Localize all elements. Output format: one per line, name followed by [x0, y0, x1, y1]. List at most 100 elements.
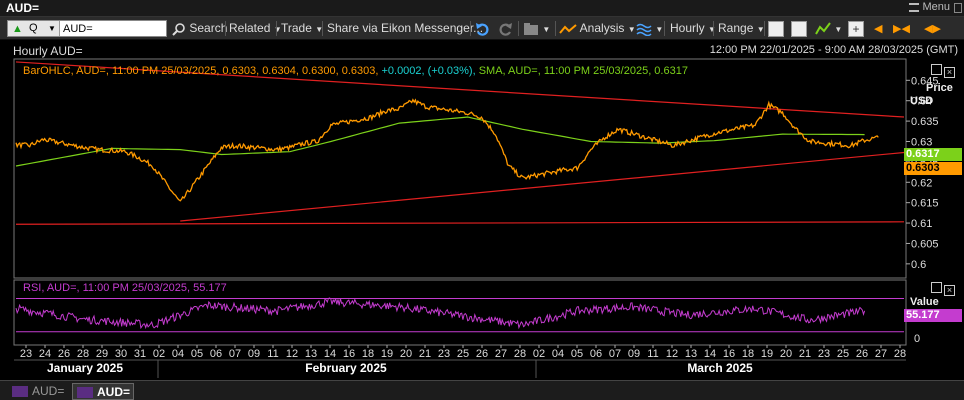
sma-value-badge: 0.6317: [904, 148, 962, 161]
menu-button[interactable]: Menu: [909, 1, 950, 13]
x-tick-label: 14: [704, 348, 716, 360]
x-tick-label: 20: [400, 348, 412, 360]
y-tick-label: 0.605: [911, 238, 939, 250]
analysis-button[interactable]: Analysis ▼: [559, 20, 636, 37]
redo-button[interactable]: [497, 20, 513, 37]
x-tick-label: 18: [362, 348, 374, 360]
x-tick-label: 26: [476, 348, 488, 360]
wave-tool-button[interactable]: ▼: [636, 20, 663, 37]
close-panel-icon[interactable]: ×: [944, 285, 955, 296]
scroll-right-button[interactable]: ◀▶: [924, 20, 941, 37]
share-button[interactable]: Share via Eikon Messenger...: [327, 20, 483, 37]
ric-input[interactable]: [63, 22, 163, 35]
undo-button[interactable]: [475, 20, 491, 37]
y-tick-label: 0.6: [911, 259, 926, 271]
x-tick-label: 02: [533, 348, 545, 360]
y-tick-label: 0.63: [911, 136, 932, 148]
y-tick-label: 0.62: [911, 177, 932, 189]
wave-icon: [636, 23, 652, 36]
share-label: Share via Eikon Messenger...: [327, 21, 484, 35]
indicator-button[interactable]: ▼: [815, 20, 842, 37]
toolbar-divider: [555, 21, 556, 36]
x-tick-label: 28: [894, 348, 906, 360]
scroll-left-button[interactable]: ◀: [874, 20, 882, 37]
trade-button[interactable]: Trade ▼: [281, 20, 323, 37]
instrument-selector[interactable]: ▲ Q ▼: [7, 20, 167, 37]
window-pin-icon[interactable]: [954, 3, 962, 13]
undo-icon: [476, 22, 489, 36]
x-tick-label: 16: [343, 348, 355, 360]
chart-type-button[interactable]: [768, 20, 784, 37]
y-tick-label: 0.635: [911, 116, 939, 128]
chevron-down-icon: ▼: [655, 25, 664, 34]
x-tick-label: 13: [685, 348, 697, 360]
x-tick-label: 02: [153, 348, 165, 360]
x-tick-label: 28: [514, 348, 526, 360]
toolbar-divider: [713, 21, 714, 36]
price-panel-controls: ×: [931, 64, 955, 78]
x-tick-label: 19: [761, 348, 773, 360]
price-panel-frame: [13, 58, 907, 279]
add-panel-icon: +: [848, 20, 864, 37]
tab-label: AUD=: [97, 385, 131, 399]
interval-dropdown[interactable]: Hourly ▼: [670, 20, 716, 37]
scroll-both-button[interactable]: ▶◀: [893, 20, 910, 37]
x-tick-label: 28: [77, 348, 89, 360]
toolbar: ▲ Q ▼ Search Related ▼ Trade ▼ Share via…: [0, 17, 964, 40]
arrows-outward-icon: ◀▶: [924, 23, 941, 35]
rsi-value-badge: 55.177: [904, 309, 962, 322]
x-tick-label: 21: [799, 348, 811, 360]
rsi-legend: RSI, AUD=, 11:00 PM 25/03/2025, 55.177: [23, 282, 227, 294]
x-tick-label: 27: [875, 348, 887, 360]
search-button[interactable]: Search: [172, 20, 227, 37]
close-panel-icon[interactable]: ×: [944, 67, 955, 78]
maximize-panel-icon[interactable]: [931, 64, 942, 75]
x-tick-label: 30: [115, 348, 127, 360]
related-button[interactable]: Related ▼: [229, 20, 282, 37]
chart-title: Hourly AUD=: [13, 44, 83, 58]
chart-style-icon: [791, 20, 807, 37]
x-tick-label: 18: [742, 348, 754, 360]
x-tick-label: 19: [381, 348, 393, 360]
toolbar-divider: [764, 21, 765, 36]
chevron-down-icon: ▼: [708, 25, 716, 34]
chevron-down-icon: ▼: [542, 25, 551, 34]
chart-tab-icon: [77, 387, 93, 398]
toolbar-divider: [518, 21, 519, 36]
sma-legend: SMA, AUD=, 11:00 PM 25/03/2025, 0.6317: [478, 65, 688, 77]
y-tick-label: 0.61: [911, 218, 932, 230]
search-icon: [172, 23, 185, 36]
folder-button[interactable]: ▼: [523, 20, 550, 37]
x-tick-label: 25: [837, 348, 849, 360]
workspace-tabs: AUD= AUD=: [0, 380, 964, 400]
price-axis-label: Price: [926, 82, 953, 94]
x-tick-label: 12: [666, 348, 678, 360]
arrows-inward-icon: ▶◀: [893, 23, 910, 35]
x-tick-label: 21: [419, 348, 431, 360]
quote-type-dropdown[interactable]: ▲ Q ▼: [8, 21, 60, 36]
chevron-down-icon: ▼: [627, 25, 636, 34]
price-chart[interactable]: 0.60.6050.610.6150.620.6250.630.6350.640…: [0, 58, 964, 380]
x-tick-label: 23: [438, 348, 450, 360]
rsi-tick-label: 0: [914, 333, 920, 345]
range-dropdown[interactable]: Range ▼: [718, 20, 765, 37]
tab-aud-2[interactable]: AUD=: [72, 383, 134, 400]
range-label: Range: [718, 21, 754, 35]
x-tick-label: 29: [96, 348, 108, 360]
chevron-down-icon: ▼: [834, 25, 843, 34]
tab-aud-1[interactable]: AUD=: [8, 383, 68, 400]
trend-line[interactable]: [180, 151, 905, 222]
menu-label: Menu: [922, 1, 950, 13]
chart-style-button[interactable]: [791, 20, 807, 37]
maximize-panel-icon[interactable]: [931, 282, 942, 293]
add-panel-button[interactable]: +: [848, 20, 864, 37]
x-tick-label: 14: [324, 348, 336, 360]
x-tick-label: 27: [495, 348, 507, 360]
toolbar-divider: [470, 21, 471, 36]
trade-label: Trade: [281, 21, 312, 35]
x-tick-label: 09: [628, 348, 640, 360]
x-tick-label: 31: [134, 348, 146, 360]
search-label: Search: [189, 21, 228, 35]
trend-line[interactable]: [15, 221, 905, 225]
x-tick-label: 26: [856, 348, 868, 360]
